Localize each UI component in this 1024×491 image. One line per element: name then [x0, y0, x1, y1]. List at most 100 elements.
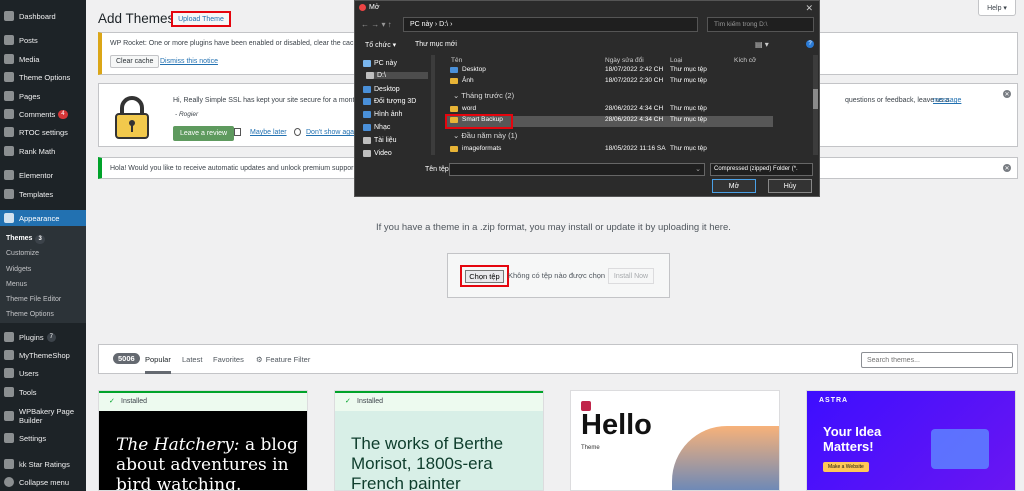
close-icon[interactable]: ✕ [1003, 90, 1011, 98]
tab-latest[interactable]: Latest [182, 355, 202, 364]
nav-documents[interactable]: Tài liệu [363, 137, 433, 144]
block-icon [294, 128, 301, 136]
message-link[interactable]: message [933, 97, 961, 104]
theme-card[interactable]: ✓ Installed The Hatchery: a blog about ad… [98, 390, 308, 491]
address-bar[interactable]: PC này › D:\ › [403, 17, 698, 32]
group-header-last-month[interactable]: ⌄ Tháng trước (2) [453, 91, 514, 100]
nav-3d-objects[interactable]: Đối tượng 3D [363, 98, 433, 105]
maybe-later-link[interactable]: Maybe later [250, 129, 287, 136]
pin-icon [4, 35, 14, 45]
sidebar-item-dashboard[interactable]: Dashboard [0, 9, 86, 23]
submenu-menus[interactable]: Menus [6, 281, 27, 288]
sidebar-item-media[interactable]: Media [0, 52, 86, 66]
sidebar-item-settings[interactable]: Settings [0, 431, 86, 445]
submenu-customize[interactable]: Customize [6, 250, 39, 257]
list-icon [4, 127, 14, 137]
calendar-icon [234, 128, 241, 136]
tab-favorites[interactable]: Favorites [213, 355, 244, 364]
sidebar-item-wpbakery[interactable]: WPBakery Page Builder [0, 404, 86, 428]
sidebar-item-elementor[interactable]: Elementor [0, 168, 86, 182]
desktop-icon [363, 86, 371, 93]
nav-video[interactable]: Video [363, 150, 433, 157]
nav-arrows-icon[interactable]: ← → ▾ ↑ [361, 20, 392, 29]
collapse-menu[interactable]: Collapse menu [0, 475, 86, 489]
organize-button[interactable]: Tổ chức ▾ [365, 41, 396, 49]
sidebar-item-posts[interactable]: Posts [0, 33, 86, 47]
gear-icon: ⚙ [256, 355, 263, 364]
theme-card[interactable]: ✓ Installed The works of Berthe Morisot, … [334, 390, 544, 491]
dialog-search-input[interactable]: Tìm kiếm trong D:\ [707, 17, 814, 32]
nav-scrollbar[interactable] [431, 55, 435, 155]
submenu-themes[interactable]: Themes 3 [6, 235, 45, 244]
make-website-button: Make a Website [823, 462, 869, 472]
nav-music[interactable]: Nhạc [363, 124, 433, 131]
dont-show-link[interactable]: Don't show aga [306, 129, 354, 136]
search-themes-input[interactable] [861, 352, 1013, 368]
sidebar-item-comments[interactable]: Comments 4 [0, 107, 86, 121]
file-row[interactable]: Desktop 18/07/2022 2:42 CH Thư mục tệp [445, 66, 773, 77]
open-button[interactable]: Mở [712, 179, 756, 193]
sidebar-item-rank-math[interactable]: Rank Math [0, 144, 86, 158]
close-icon[interactable]: ✕ [1003, 164, 1011, 172]
sidebar-item-tools[interactable]: Tools [0, 385, 86, 399]
help-icon[interactable]: ? [806, 40, 814, 48]
nav-pictures[interactable]: Hình ảnh [363, 111, 433, 118]
clear-cache-button[interactable]: Clear cache [110, 55, 160, 68]
file-list-scrollbar[interactable] [813, 55, 818, 155]
nav-pc[interactable]: PC này [363, 60, 433, 67]
close-icon[interactable]: ✕ [805, 3, 813, 14]
group-header-this-year[interactable]: ⌄ Đầu năm này (1) [453, 131, 517, 140]
sidebar-item-rtoc[interactable]: RTOC settings [0, 125, 86, 139]
leave-review-button[interactable]: Leave a review [173, 126, 235, 141]
theme-preview-title: Your Idea Matters! [823, 424, 882, 454]
upload-theme-button[interactable]: Upload Theme [171, 11, 231, 27]
dialog-title: Mở [369, 4, 380, 11]
column-type[interactable]: Loại [670, 57, 682, 64]
column-date[interactable]: Ngày sửa đổi [605, 57, 644, 64]
comments-icon [4, 109, 14, 119]
hola-notice-text: Hola! Would you like to receive automati… [110, 165, 354, 172]
submenu-theme-options[interactable]: Theme Options [6, 311, 54, 318]
computer-icon [363, 60, 371, 67]
theme-card[interactable]: ASTRA Your Idea Matters! Make a Website [806, 390, 1016, 491]
collapse-icon [4, 477, 14, 487]
tab-popular[interactable]: Popular [145, 355, 171, 374]
sidebar-item-users[interactable]: Users [0, 366, 86, 380]
sidebar-item-kk-star[interactable]: kk Star Ratings [0, 457, 86, 471]
dismiss-notice-link[interactable]: Dismiss this notice [160, 58, 218, 65]
builder-icon [4, 411, 14, 421]
check-icon: ✓ [109, 398, 115, 405]
help-tab-button[interactable]: Help ▾ [978, 0, 1016, 16]
ssl-signature: - Rogier [175, 111, 199, 118]
sidebar-item-templates[interactable]: Templates [0, 187, 86, 201]
check-icon: ✓ [345, 398, 351, 405]
column-size[interactable]: Kích cỡ [734, 57, 756, 64]
filename-input[interactable]: ⌄ [449, 163, 705, 176]
media-icon [4, 54, 14, 64]
brush-icon [4, 213, 14, 223]
file-type-select[interactable]: Compressed (zipped) Folder (*. [710, 163, 813, 176]
new-folder-button[interactable]: Thư mục mới [415, 41, 457, 48]
submenu-widgets[interactable]: Widgets [6, 266, 31, 273]
cancel-button[interactable]: Hủy [768, 179, 812, 193]
theme-card[interactable]: Hello Theme [570, 390, 780, 491]
folder-icon [450, 105, 458, 112]
column-name[interactable]: Tên [451, 57, 462, 64]
sidebar-item-pages[interactable]: Pages [0, 89, 86, 103]
chevron-down-icon: ⌄ [453, 91, 462, 100]
view-options-icon[interactable]: ▤ ▾ [755, 40, 769, 49]
feature-filter-button[interactable]: ⚙ Feature Filter [256, 355, 310, 364]
submenu-theme-file-editor[interactable]: Theme File Editor [6, 296, 61, 303]
scroll-thumb[interactable] [813, 89, 818, 109]
install-now-button[interactable]: Install Now [608, 268, 654, 284]
nav-desktop[interactable]: Desktop [363, 86, 433, 93]
sidebar-item-mythemeshop[interactable]: MyThemeShop [0, 348, 86, 362]
sidebar-item-theme-options[interactable]: Theme Options [0, 70, 86, 84]
file-row[interactable]: imageformats 18/05/2022 11:16 SA Thư mục t… [445, 145, 773, 156]
file-row[interactable]: Ảnh 18/07/2022 2:30 CH Thư mục tệp [445, 77, 773, 88]
nav-drive-d[interactable]: D:\ [366, 72, 428, 79]
choose-file-button[interactable]: Chọn tệp [460, 265, 509, 287]
cube-icon [363, 98, 371, 105]
sidebar-item-plugins[interactable]: Plugins 7 [0, 330, 86, 344]
sidebar-item-appearance[interactable]: Appearance [0, 210, 86, 226]
